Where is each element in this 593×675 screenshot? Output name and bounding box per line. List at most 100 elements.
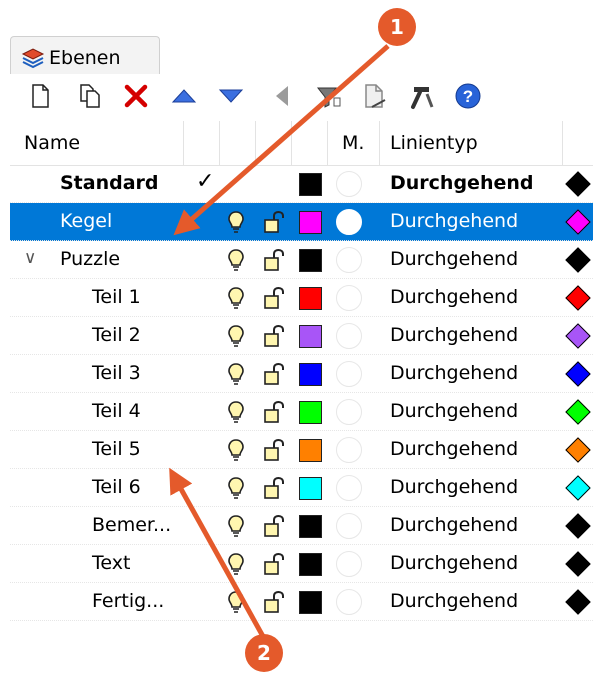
- layer-color-swatch[interactable]: [299, 173, 322, 196]
- tools-icon[interactable]: [405, 80, 437, 112]
- print-color-diamond[interactable]: [565, 285, 591, 311]
- unlocked-icon[interactable]: [262, 210, 286, 234]
- visibility-bulb-icon[interactable]: [226, 248, 246, 272]
- material-circle[interactable]: [336, 589, 362, 615]
- layer-color-swatch[interactable]: [299, 515, 322, 538]
- print-color-diamond[interactable]: [565, 513, 591, 539]
- visibility-bulb-icon[interactable]: [226, 438, 246, 462]
- layer-color-swatch[interactable]: [299, 553, 322, 576]
- delete-icon[interactable]: [120, 80, 152, 112]
- layer-row[interactable]: Teil 3 Durchgehend: [10, 355, 593, 393]
- layer-name[interactable]: Puzzle: [60, 248, 120, 270]
- layer-name[interactable]: Teil 6: [92, 476, 141, 498]
- move-up-icon[interactable]: [168, 80, 200, 112]
- material-circle[interactable]: [336, 285, 362, 311]
- unlocked-icon[interactable]: [262, 400, 286, 424]
- material-circle[interactable]: [336, 475, 362, 501]
- layer-color-swatch[interactable]: [299, 439, 322, 462]
- layer-row[interactable]: Teil 5 Durchgehend: [10, 431, 593, 469]
- linetype-cell[interactable]: Durchgehend: [390, 476, 518, 498]
- unlocked-icon[interactable]: [262, 476, 286, 500]
- layer-color-swatch[interactable]: [299, 325, 322, 348]
- print-color-diamond[interactable]: [565, 209, 591, 235]
- layer-row[interactable]: Standard ✓ Durchgehend: [10, 165, 593, 203]
- layer-name[interactable]: Kegel: [60, 210, 112, 232]
- layer-color-swatch[interactable]: [299, 211, 322, 234]
- linetype-cell[interactable]: Durchgehend: [390, 324, 518, 346]
- visibility-bulb-icon[interactable]: [226, 286, 246, 310]
- visibility-bulb-icon[interactable]: [226, 514, 246, 538]
- layer-name[interactable]: Teil 2: [92, 324, 141, 346]
- material-circle[interactable]: [336, 171, 362, 197]
- material-circle[interactable]: [336, 361, 362, 387]
- print-color-diamond[interactable]: [565, 437, 591, 463]
- unlocked-icon[interactable]: [262, 438, 286, 462]
- unlocked-icon[interactable]: [262, 248, 286, 272]
- layer-color-swatch[interactable]: [299, 249, 322, 272]
- linetype-cell[interactable]: Durchgehend: [390, 286, 518, 308]
- unlocked-icon[interactable]: [262, 362, 286, 386]
- print-color-diamond[interactable]: [565, 247, 591, 273]
- tab-ebenen[interactable]: Ebenen: [10, 36, 160, 74]
- move-down-icon[interactable]: [215, 80, 247, 112]
- layer-row[interactable]: Teil 4 Durchgehend: [10, 393, 593, 431]
- layer-row[interactable]: Text Durchgehend: [10, 545, 593, 583]
- visibility-bulb-icon[interactable]: [226, 400, 246, 424]
- previous-icon[interactable]: [266, 80, 298, 112]
- print-color-diamond[interactable]: [565, 589, 591, 615]
- chevron-down-icon[interactable]: ∨: [24, 248, 36, 268]
- linetype-cell[interactable]: Durchgehend: [390, 590, 518, 612]
- print-color-diamond[interactable]: [565, 171, 591, 197]
- layer-name[interactable]: Standard: [60, 172, 159, 194]
- column-current[interactable]: [184, 121, 220, 165]
- visibility-bulb-icon[interactable]: [226, 552, 246, 576]
- material-circle[interactable]: [336, 247, 362, 273]
- column-name[interactable]: Name: [10, 121, 184, 165]
- column-linetype[interactable]: Linientyp: [380, 121, 563, 165]
- print-color-diamond[interactable]: [565, 551, 591, 577]
- material-circle[interactable]: [336, 437, 362, 463]
- visibility-bulb-icon[interactable]: [226, 476, 246, 500]
- layer-row[interactable]: Teil 1 Durchgehend: [10, 279, 593, 317]
- layer-name[interactable]: Fertig...: [92, 590, 164, 612]
- new-layer-icon[interactable]: [24, 80, 56, 112]
- material-circle[interactable]: [336, 323, 362, 349]
- unlocked-icon[interactable]: [262, 590, 286, 614]
- layer-color-swatch[interactable]: [299, 363, 322, 386]
- current-layer-check-icon[interactable]: ✓: [196, 169, 214, 194]
- layer-color-swatch[interactable]: [299, 401, 322, 424]
- material-circle[interactable]: [336, 513, 362, 539]
- document-icon[interactable]: [358, 80, 390, 112]
- layer-color-swatch[interactable]: [299, 477, 322, 500]
- column-visible[interactable]: [220, 121, 256, 165]
- layer-row[interactable]: Teil 2 Durchgehend: [10, 317, 593, 355]
- print-color-diamond[interactable]: [565, 475, 591, 501]
- linetype-cell[interactable]: Durchgehend: [390, 210, 518, 232]
- column-locked[interactable]: [256, 121, 292, 165]
- help-icon[interactable]: ?: [452, 80, 484, 112]
- visibility-bulb-icon[interactable]: [226, 362, 246, 386]
- material-circle[interactable]: [336, 209, 362, 235]
- layer-row[interactable]: ∨ Puzzle Durchgehend: [10, 241, 593, 279]
- layer-name[interactable]: Text: [92, 552, 130, 574]
- layer-name[interactable]: Teil 4: [92, 400, 141, 422]
- linetype-cell[interactable]: Durchgehend: [390, 362, 518, 384]
- layer-row[interactable]: Fertig... Durchgehend: [10, 583, 593, 621]
- material-circle[interactable]: [336, 399, 362, 425]
- linetype-cell[interactable]: Durchgehend: [390, 552, 518, 574]
- print-color-diamond[interactable]: [565, 323, 591, 349]
- layer-row[interactable]: Bemer... Durchgehend: [10, 507, 593, 545]
- layer-color-swatch[interactable]: [299, 287, 322, 310]
- layer-row[interactable]: Kegel Durchgehend: [10, 203, 593, 241]
- linetype-cell[interactable]: Durchgehend: [390, 172, 533, 194]
- unlocked-icon[interactable]: [262, 514, 286, 538]
- visibility-bulb-icon[interactable]: [226, 324, 246, 348]
- filter-icon[interactable]: [312, 80, 344, 112]
- column-color[interactable]: [292, 121, 328, 165]
- unlocked-icon[interactable]: [262, 324, 286, 348]
- linetype-cell[interactable]: Durchgehend: [390, 514, 518, 536]
- layer-name[interactable]: Teil 1: [92, 286, 141, 308]
- layer-name[interactable]: Bemer...: [92, 514, 171, 536]
- linetype-cell[interactable]: Durchgehend: [390, 438, 518, 460]
- column-print-color[interactable]: [563, 121, 593, 165]
